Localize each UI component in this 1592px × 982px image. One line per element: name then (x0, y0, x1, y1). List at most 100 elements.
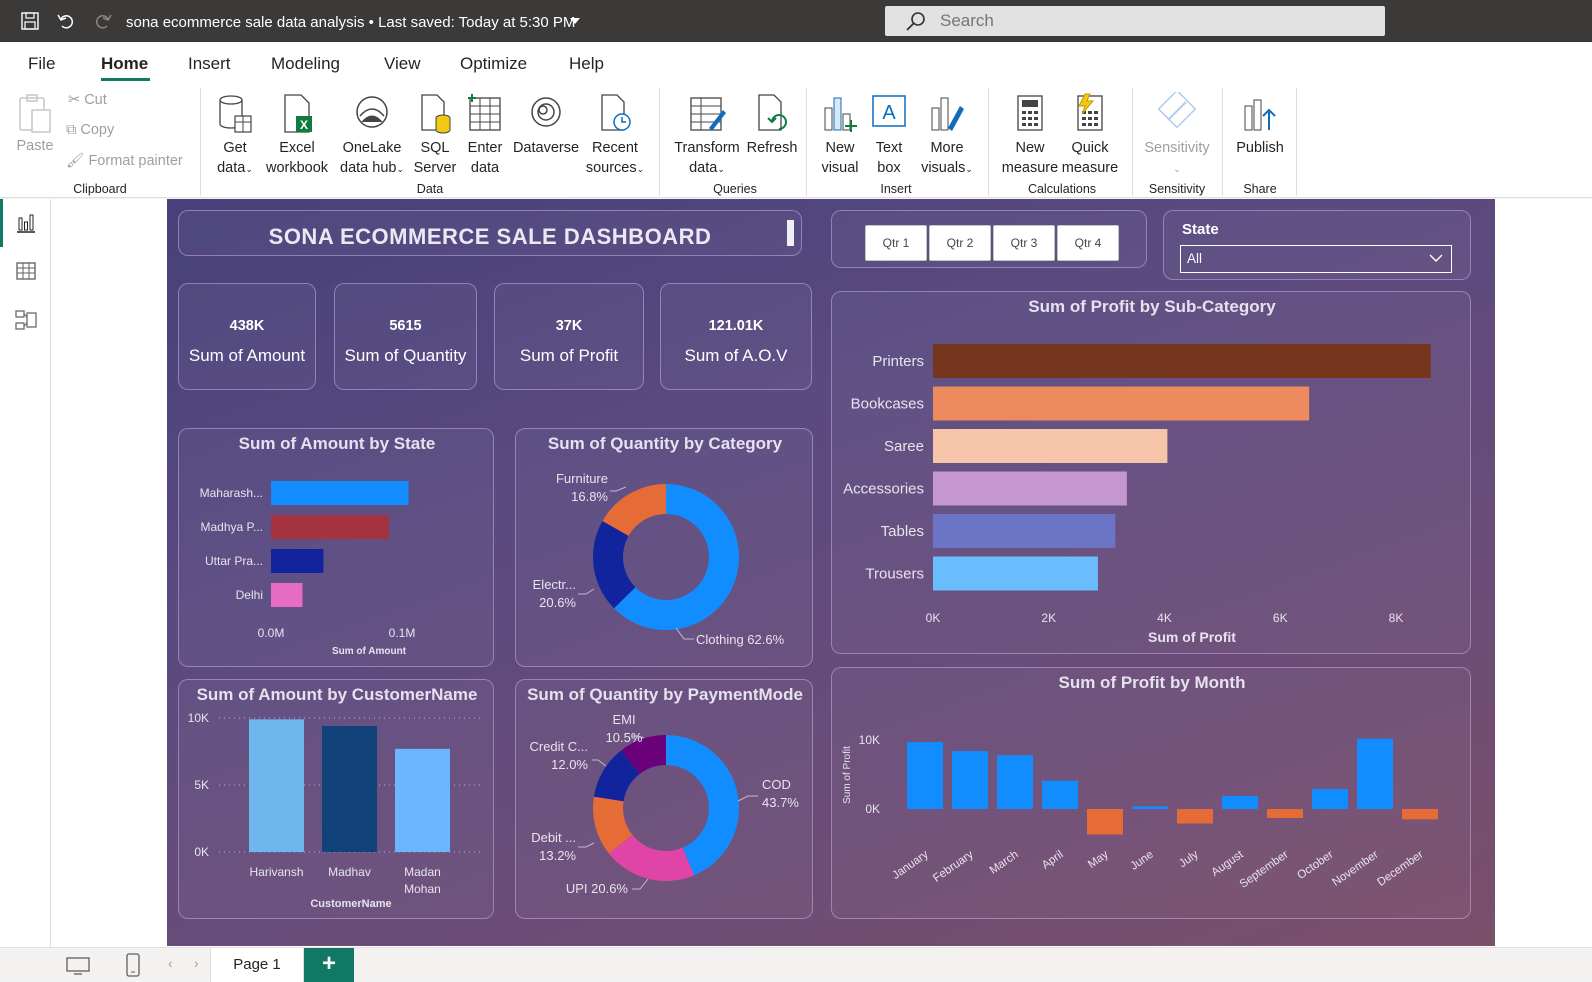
state-dropdown[interactable]: All (1180, 245, 1452, 273)
model-view-icon[interactable] (15, 309, 37, 331)
sql-server-button[interactable]: SQL Server (410, 92, 460, 178)
qtr2-button[interactable]: Qtr 2 (929, 225, 991, 261)
enter-data-button[interactable]: Enter data (460, 92, 510, 178)
group-label-sensitivity: Sensitivity (1148, 182, 1206, 196)
kpi-card-quantity: 5615 Sum of Quantity (334, 283, 477, 390)
new-visual-icon (824, 97, 857, 132)
slice-percent: 20.6% (539, 595, 576, 610)
mobile-layout-icon[interactable] (126, 953, 140, 977)
redo-icon[interactable] (93, 11, 113, 31)
quick-measure-button[interactable]: Quick measure (1058, 92, 1122, 178)
publish-button[interactable]: Publish (1230, 92, 1290, 158)
x-tick-label: 4K (1157, 611, 1172, 625)
publish-icon (1244, 99, 1276, 131)
tab-view[interactable]: View (384, 54, 421, 74)
kpi-label: Sum of Profit (519, 346, 619, 365)
text-box-button[interactable]: A Text box (866, 92, 912, 178)
y-tick-label: 10K (859, 733, 880, 747)
kpi-label: Sum of A.O.V (684, 346, 788, 365)
search-box[interactable] (885, 6, 1385, 36)
dataverse-icon (531, 97, 561, 127)
onelake-data-hub-button[interactable]: OneLake data hub⌄ (334, 92, 410, 179)
dataverse-button[interactable]: Dataverse (510, 92, 582, 158)
x-tick-label: February (931, 848, 976, 884)
tab-insert[interactable]: Insert (188, 54, 231, 74)
desktop-layout-icon[interactable] (66, 956, 90, 976)
save-icon[interactable] (20, 11, 40, 31)
group-label-data: Data (416, 182, 444, 196)
cut-button[interactable]: ✂ Cut (68, 92, 107, 108)
search-input[interactable] (940, 9, 1360, 33)
prev-page-icon[interactable]: ‹ (168, 955, 173, 971)
report-view-icon[interactable] (15, 212, 37, 234)
group-separator (1222, 88, 1223, 196)
group-separator (1132, 88, 1133, 196)
chart-quantity-by-category: Sum of Quantity by Category Clothing 62.6… (515, 428, 813, 667)
x-tick-label: Madan (404, 865, 441, 879)
excel-workbook-button[interactable]: X Excel workbook (262, 92, 332, 178)
chart-title: Sum of Profit by Sub-Category (1028, 297, 1276, 316)
group-separator (200, 88, 201, 196)
slice-label: Clothing 62.6% (696, 632, 785, 647)
next-page-icon[interactable]: › (194, 955, 199, 971)
menu-bar: File Home Insert Modeling View Optimize … (0, 42, 1592, 84)
leader-line (592, 759, 607, 767)
y-tick-label: 0K (194, 845, 209, 859)
format-painter-button[interactable]: 🖌 Format painter (66, 152, 183, 169)
kpi-card-amount: 438K Sum of Amount (178, 283, 316, 390)
paste-icon (19, 94, 51, 133)
qtr4-button[interactable]: Qtr 4 (1057, 225, 1119, 261)
chevron-down-icon: ⌄ (1173, 164, 1181, 174)
active-tab-indicator (101, 78, 150, 81)
chart-quantity-by-paymentmode: Sum of Quantity by PaymentMode COD 43.7% UP… (515, 679, 813, 919)
x-tick-label: November (1330, 849, 1380, 889)
copy-button[interactable]: ⧉ Copy (66, 122, 114, 138)
chevron-down-icon[interactable] (570, 18, 580, 24)
qtr1-button[interactable]: Qtr 1 (865, 225, 927, 261)
qtr3-button[interactable]: Qtr 3 (993, 225, 1055, 261)
tab-help[interactable]: Help (569, 54, 604, 74)
x-tick-label: 0.0M (258, 626, 285, 640)
leader-line (675, 627, 694, 640)
tab-modeling[interactable]: Modeling (271, 54, 340, 74)
sensitivity-button[interactable]: Sensitivity ⌄ (1140, 92, 1214, 179)
x-tick-label: March (988, 849, 1021, 877)
more-visuals-button[interactable]: More visuals⌄ (912, 92, 982, 179)
recent-sources-button[interactable]: Recent sources⌄ (580, 92, 650, 179)
x-tick-label: July (1177, 848, 1201, 870)
new-measure-button[interactable]: New measure (998, 92, 1062, 178)
page-tab-1[interactable]: Page 1 (210, 948, 304, 982)
leader-line (737, 795, 758, 802)
x-tick-label: May (1086, 848, 1111, 870)
y-tick-label: Printers (872, 353, 924, 370)
state-slicer: State All (1163, 210, 1471, 280)
slice-label: UPI 20.6% (566, 881, 629, 896)
cut-icon: ✂ (68, 92, 81, 108)
bar (271, 583, 303, 607)
transform-data-button[interactable]: Transform data⌄ (668, 92, 746, 179)
table-icon (468, 94, 501, 131)
calculator-icon (1017, 95, 1043, 131)
undo-icon[interactable] (56, 11, 76, 31)
table-view-icon[interactable] (15, 260, 37, 282)
add-page-button[interactable]: + (304, 948, 354, 982)
x-tick-label: December (1375, 849, 1425, 889)
new-visual-button[interactable]: New visual (814, 92, 866, 178)
document-title[interactable]: sona ecommerce sale data analysis • Last… (126, 14, 575, 31)
tab-home[interactable]: Home (101, 54, 148, 74)
slice-label: Furniture (556, 471, 608, 486)
tab-optimize[interactable]: Optimize (460, 54, 527, 74)
y-tick-label: Delhi (236, 588, 263, 602)
leader-line (578, 588, 595, 595)
recent-sources-icon (601, 94, 631, 131)
kpi-value: 121.01K (708, 318, 764, 334)
bar (933, 556, 1098, 591)
page-navigator: ‹ › Page 1 + (0, 947, 1592, 982)
kpi-label: Sum of Amount (188, 346, 306, 365)
paste-button[interactable]: Paste (14, 92, 56, 156)
group-label-calculations: Calculations (1027, 182, 1097, 196)
tab-file[interactable]: File (28, 54, 55, 74)
refresh-button[interactable]: Refresh (744, 92, 800, 158)
bar (933, 344, 1431, 378)
get-data-button[interactable]: Get data⌄ (210, 92, 260, 179)
